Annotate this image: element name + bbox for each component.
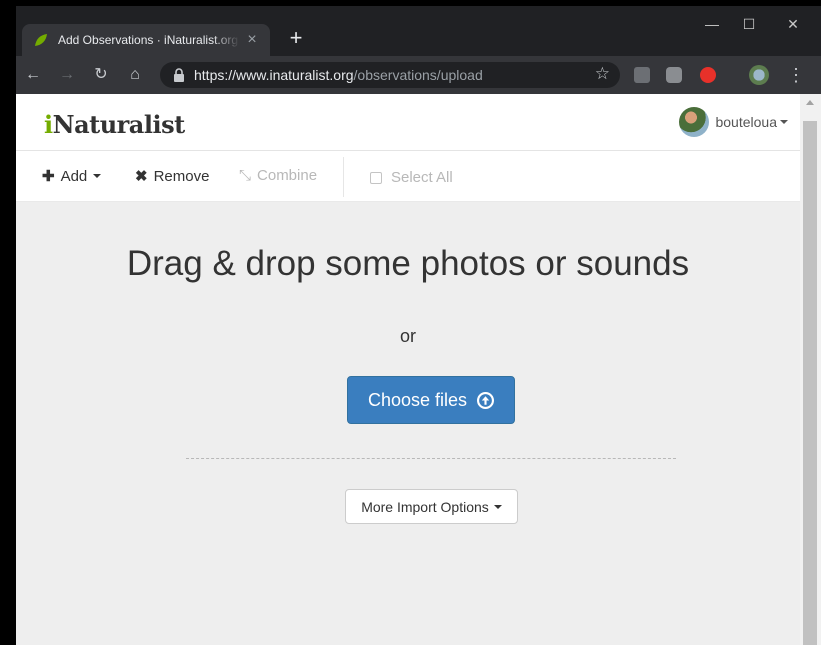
close-window-button[interactable]: ✕ <box>773 12 813 36</box>
page-content: iNaturalist bouteloua ✚ Add ✖ Remove ⤡ C… <box>16 94 800 645</box>
browser-window: Add Observations · iNaturalist.org × + —… <box>16 6 821 645</box>
chevron-down-icon <box>780 120 788 124</box>
tab-strip: Add Observations · iNaturalist.org × + —… <box>16 6 821 60</box>
remove-button[interactable]: ✖ Remove <box>135 167 209 186</box>
reload-button[interactable]: ↻ <box>90 64 112 86</box>
home-button[interactable]: ⌂ <box>124 64 146 86</box>
select-all-checkbox[interactable]: Select All <box>370 169 453 186</box>
upload-circle-arrow-icon <box>477 391 495 409</box>
more-import-options-button[interactable]: More Import Options <box>345 489 518 524</box>
inaturalist-logo[interactable]: iNaturalist <box>44 110 185 139</box>
bookmark-star-icon[interactable]: ☆ <box>595 64 610 84</box>
username: bouteloua <box>715 114 777 130</box>
inaturalist-leaf-icon <box>35 34 47 46</box>
forward-button[interactable]: → <box>56 64 78 86</box>
scroll-up-arrow-icon[interactable] <box>806 100 814 105</box>
browser-toolbar: ← → ↻ ⌂ https://www.inaturalist.org/obse… <box>16 56 821 94</box>
adblock-extension-icon[interactable] <box>700 67 716 83</box>
dropzone-heading: Drag & drop some photos or sounds <box>126 244 690 283</box>
maximize-button[interactable]: ☐ <box>729 12 769 36</box>
browser-tab[interactable]: Add Observations · iNaturalist.org × <box>22 24 270 56</box>
menu-icon[interactable]: ⋮ <box>785 64 807 86</box>
upload-action-bar: ✚ Add ✖ Remove ⤡ Combine Select All <box>16 151 800 202</box>
tab-title: Add Observations · iNaturalist.org <box>58 33 239 47</box>
dashed-divider <box>186 458 676 459</box>
choose-files-button[interactable]: Choose files <box>347 376 515 424</box>
scrollbar-thumb[interactable] <box>803 121 817 645</box>
add-button[interactable]: ✚ Add <box>42 167 102 185</box>
user-menu[interactable]: bouteloua <box>679 107 788 137</box>
checkbox-icon <box>370 171 382 184</box>
back-button[interactable]: ← <box>22 64 44 86</box>
divider <box>343 157 344 197</box>
user-avatar <box>679 107 710 137</box>
camera-extension-icon[interactable] <box>666 67 682 83</box>
or-text: or <box>399 326 416 346</box>
page-scrollbar[interactable] <box>800 94 821 645</box>
lock-icon <box>174 68 184 82</box>
new-tab-button[interactable]: + <box>284 26 308 50</box>
combine-button[interactable]: ⤡ Combine <box>239 167 317 184</box>
profile-avatar-icon[interactable] <box>749 65 769 85</box>
tab-close-icon[interactable]: × <box>244 32 260 48</box>
address-bar[interactable]: https://www.inaturalist.org/observations… <box>160 62 620 88</box>
minimize-button[interactable]: — <box>692 12 732 36</box>
plus-icon: ✚ <box>42 168 55 185</box>
lastpass-extension-icon[interactable] <box>634 67 650 83</box>
chevron-down-icon <box>493 504 502 509</box>
chevron-down-icon <box>93 174 102 178</box>
remove-x-icon: ✖ <box>135 168 148 185</box>
url-text: https://www.inaturalist.org/observations… <box>194 67 483 83</box>
site-header: iNaturalist bouteloua <box>16 94 800 151</box>
combine-icon: ⤡ <box>239 167 252 184</box>
